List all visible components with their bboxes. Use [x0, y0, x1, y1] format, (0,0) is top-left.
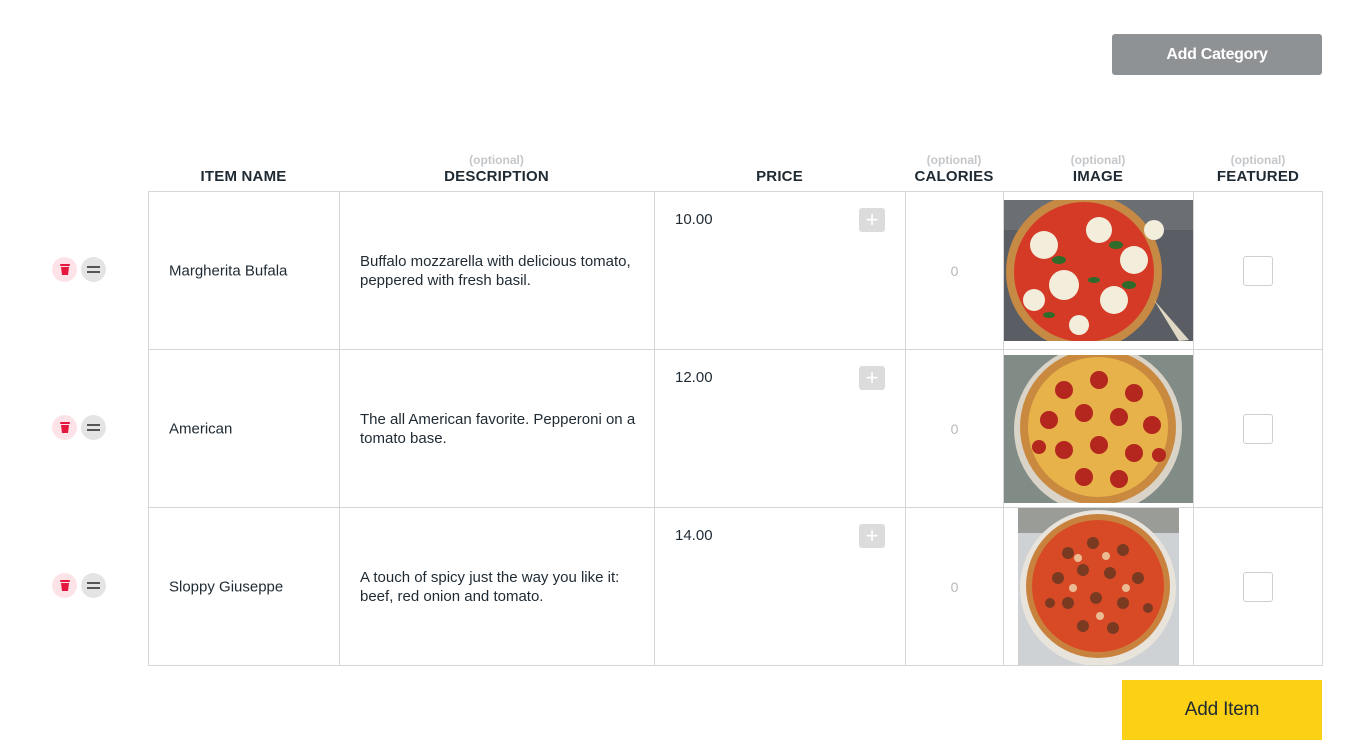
header-title: IMAGE	[1072, 168, 1124, 185]
item-description-cell[interactable]: The all American favorite. Pepperoni on …	[340, 350, 655, 507]
header-title: ITEM NAME	[200, 168, 287, 185]
item-featured-cell	[1194, 350, 1322, 507]
item-price[interactable]: 14.00	[675, 527, 713, 544]
item-description-cell[interactable]: Buffalo mozzarella with delicious tomato…	[340, 192, 655, 349]
table-row: Sloppy Giuseppe A touch of spicy just th…	[149, 508, 1322, 666]
drag-handle-icon	[87, 266, 100, 273]
item-description-cell[interactable]: A touch of spicy just the way you like i…	[340, 508, 655, 666]
trash-icon	[59, 580, 70, 591]
drag-handle-button[interactable]	[81, 257, 106, 282]
item-price[interactable]: 12.00	[675, 369, 713, 386]
item-name[interactable]: American	[169, 420, 232, 437]
header-optional-note: (optional)	[926, 153, 982, 167]
delete-item-button[interactable]	[52, 573, 77, 598]
drag-handle-icon	[87, 424, 100, 431]
header-optional-note: (optional)	[1070, 153, 1126, 167]
row-controls	[52, 257, 108, 283]
pizza-pepperoni-image[interactable]	[1004, 355, 1193, 503]
row-controls	[52, 415, 108, 441]
header-title: PRICE	[756, 168, 803, 185]
item-calories[interactable]: 0	[906, 263, 1003, 279]
delete-item-button[interactable]	[52, 415, 77, 440]
item-name-cell[interactable]: Sloppy Giuseppe	[149, 508, 340, 666]
item-featured-cell	[1194, 192, 1322, 349]
row-controls	[52, 573, 108, 599]
item-calories-cell[interactable]: 0	[906, 192, 1004, 349]
add-price-button[interactable]: +	[859, 366, 885, 390]
trash-icon	[59, 264, 70, 275]
drag-handle-button[interactable]	[81, 415, 106, 440]
item-calories-cell[interactable]: 0	[906, 508, 1004, 666]
add-price-button[interactable]: +	[859, 208, 885, 232]
item-price-cell[interactable]: 14.00 +	[655, 508, 906, 666]
item-price[interactable]: 10.00	[675, 211, 713, 228]
table-row: American The all American favorite. Pepp…	[149, 350, 1322, 508]
featured-checkbox[interactable]	[1243, 255, 1273, 286]
item-featured-cell	[1194, 508, 1322, 666]
drag-handle-button[interactable]	[81, 573, 106, 598]
item-image-cell[interactable]	[1004, 192, 1194, 349]
item-calories[interactable]: 0	[906, 421, 1003, 437]
item-description[interactable]: A touch of spicy just the way you like i…	[360, 568, 636, 606]
header-image: (optional) IMAGE	[1003, 146, 1193, 190]
pizza-beef-image[interactable]	[1018, 508, 1179, 665]
table-row: Margherita Bufala Buffalo mozzarella wit…	[149, 192, 1322, 350]
header-featured: (optional) FEATURED	[1193, 146, 1323, 190]
item-image-cell[interactable]	[1004, 508, 1194, 666]
header-optional-note: (optional)	[1230, 153, 1286, 167]
add-item-button[interactable]: Add Item	[1122, 680, 1322, 740]
add-price-button[interactable]: +	[859, 524, 885, 548]
delete-item-button[interactable]	[52, 257, 77, 282]
trash-icon	[59, 422, 70, 433]
pizza-margherita-image[interactable]	[1004, 200, 1193, 341]
header-price: PRICE	[654, 146, 905, 190]
item-name[interactable]: Sloppy Giuseppe	[169, 579, 283, 596]
item-name-cell[interactable]: Margherita Bufala	[149, 192, 340, 349]
header-item-name: ITEM NAME	[148, 146, 339, 190]
item-name-cell[interactable]: American	[149, 350, 340, 507]
featured-checkbox[interactable]	[1243, 572, 1273, 602]
header-calories: (optional) CALORIES	[905, 146, 1003, 190]
header-title: CALORIES	[914, 168, 994, 185]
item-image-cell[interactable]	[1004, 350, 1194, 507]
header-description: (optional) DESCRIPTION	[339, 146, 654, 190]
featured-checkbox[interactable]	[1243, 413, 1273, 444]
item-price-cell[interactable]: 12.00 +	[655, 350, 906, 507]
header-title: DESCRIPTION	[444, 168, 549, 185]
item-calories[interactable]: 0	[906, 579, 1003, 595]
item-name[interactable]: Margherita Bufala	[169, 262, 287, 279]
drag-handle-icon	[87, 582, 100, 589]
menu-items-table: Margherita Bufala Buffalo mozzarella wit…	[148, 191, 1323, 666]
item-description[interactable]: The all American favorite. Pepperoni on …	[360, 410, 636, 448]
header-title: FEATURED	[1216, 168, 1300, 185]
item-price-cell[interactable]: 10.00 +	[655, 192, 906, 349]
item-calories-cell[interactable]: 0	[906, 350, 1004, 507]
add-category-button[interactable]: Add Category	[1112, 34, 1322, 75]
item-description[interactable]: Buffalo mozzarella with delicious tomato…	[360, 252, 636, 290]
header-optional-note: (optional)	[469, 153, 524, 167]
